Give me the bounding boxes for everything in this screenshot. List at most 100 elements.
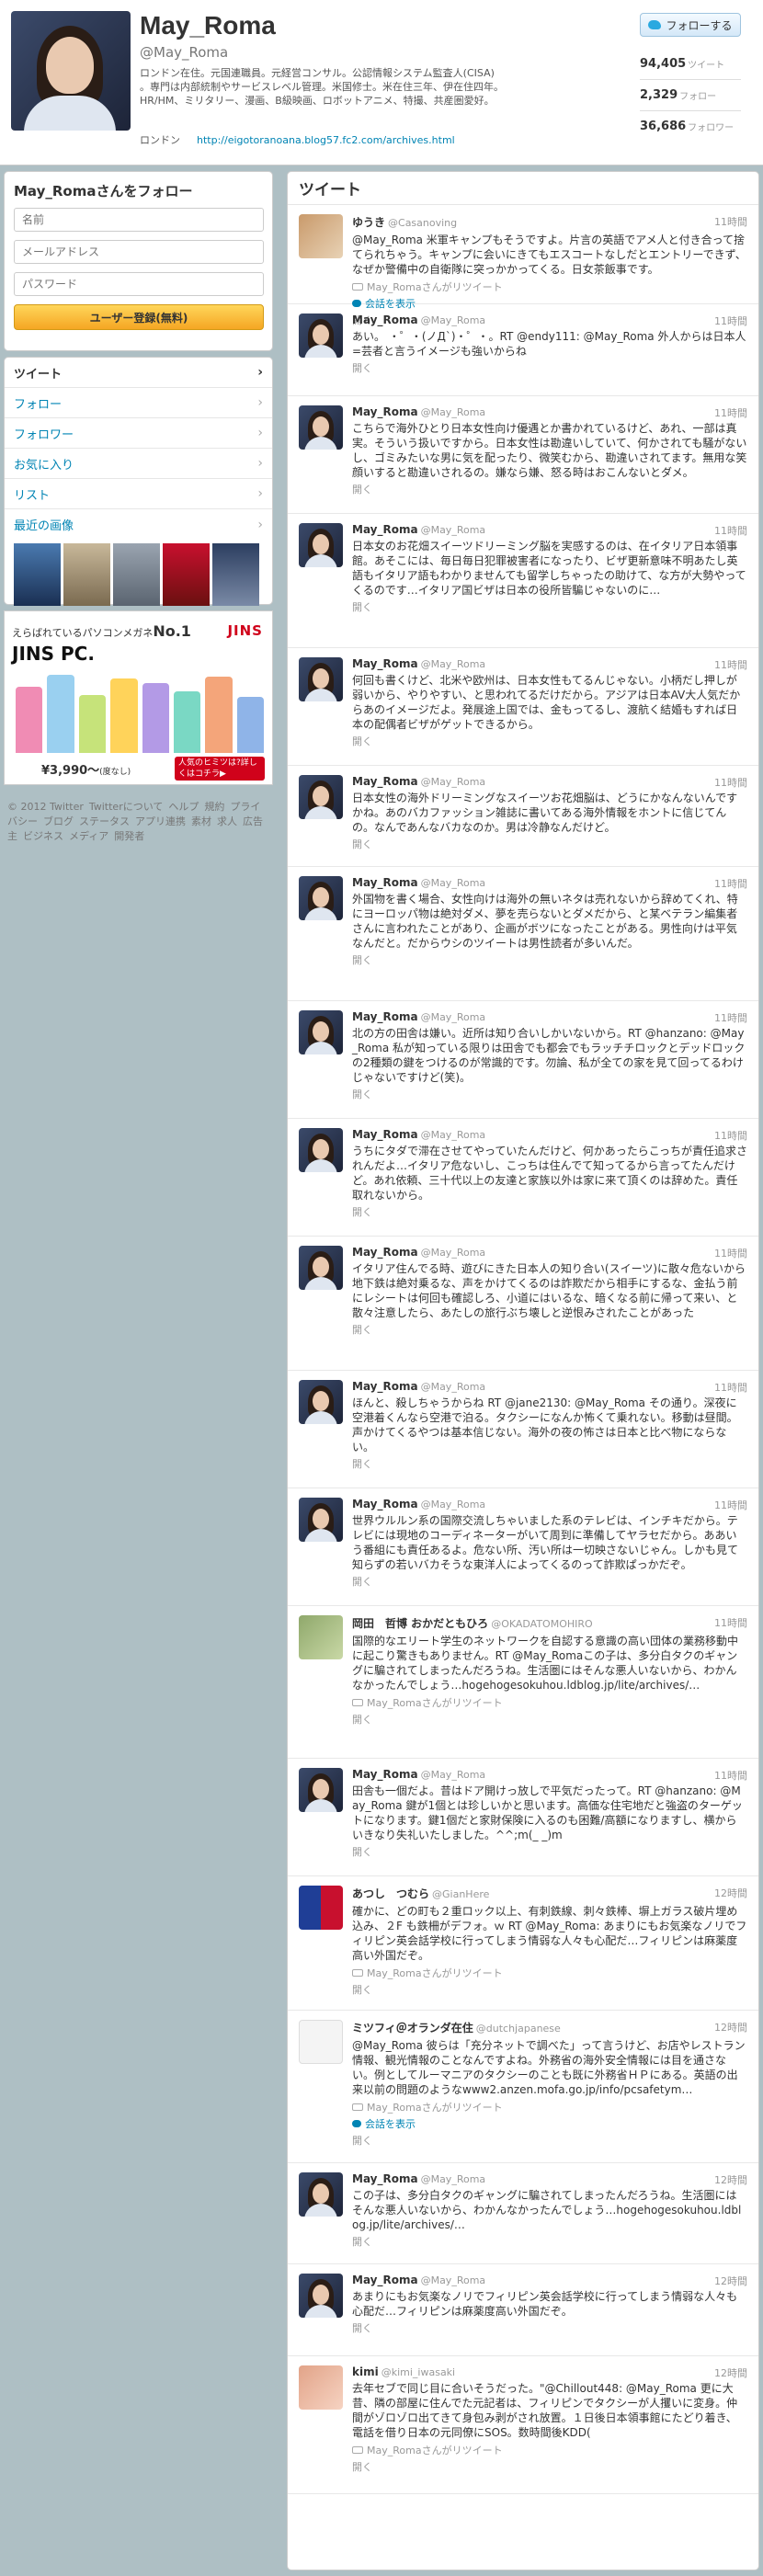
name-input[interactable] (14, 208, 264, 232)
tweet-author[interactable]: May_Roma @May_Roma (352, 1010, 747, 1023)
tweet[interactable]: May_Roma @May_Roma あい。 ・゜・(ノД`)・゜・。RT @end… (288, 304, 758, 396)
tweet-author[interactable]: May_Roma @May_Roma (352, 2274, 747, 2286)
open-tweet-link[interactable]: 開く (352, 482, 747, 496)
nav-tweets[interactable]: ツイート › (5, 358, 272, 388)
profile-avatar[interactable] (11, 11, 131, 131)
tweet-timestamp[interactable]: 11時間 (714, 1128, 747, 1143)
tweet-avatar[interactable] (299, 2274, 343, 2318)
footer-link[interactable]: 求人 (217, 815, 237, 827)
image-thumbnail[interactable] (63, 543, 110, 606)
tweet-timestamp[interactable]: 11時間 (714, 1615, 747, 1630)
tweet-author-name[interactable]: May_Roma (352, 775, 418, 788)
stat-following[interactable]: 2,329 フォロー (640, 79, 741, 110)
tweet-timestamp[interactable]: 12時間 (714, 1886, 747, 1900)
tweet-timestamp[interactable]: 11時間 (714, 405, 747, 420)
image-thumbnail[interactable] (212, 543, 259, 606)
tweet-author[interactable]: ゆうき @Casanoving (352, 214, 747, 230)
tweet-author[interactable]: May_Roma @May_Roma (352, 876, 747, 889)
tweet[interactable]: May_Roma @May_Roma 田舎も一個だよ。昔はドア開けっ放しで平気だった… (288, 1759, 758, 1876)
tweet-author-name[interactable]: ミツフィ＠オランダ在住 (352, 2022, 473, 2035)
tweet-avatar[interactable] (299, 775, 343, 819)
tweet-author[interactable]: あつし つむら @GianHere (352, 1886, 747, 1901)
tweet[interactable]: ゆうき @Casanoving @May_Roma 米軍キャンプもそうですよ。片言の… (288, 205, 758, 326)
email-input[interactable] (14, 240, 264, 264)
open-tweet-link[interactable]: 開く (352, 1456, 747, 1471)
tweet-avatar[interactable] (299, 1380, 343, 1424)
tweet-author[interactable]: May_Roma @May_Roma (352, 1498, 747, 1510)
footer-link[interactable]: 素材 (191, 815, 211, 827)
open-tweet-link[interactable]: 開く (352, 2320, 747, 2335)
tweet-avatar[interactable] (299, 2020, 343, 2064)
tweet[interactable]: 岡田 哲博 おかだともひろ @OKADATOMOHIRO 国際的なエリート学生のネッ… (288, 1606, 758, 1759)
open-tweet-link[interactable]: 開く (352, 1982, 747, 1997)
tweet-avatar[interactable] (299, 1128, 343, 1172)
tweet[interactable]: May_Roma @May_Roma あまりにもお気楽なノリでフィリピン英会話学校に… (288, 2264, 758, 2356)
tweet-avatar[interactable] (299, 214, 343, 258)
tweet-author[interactable]: 岡田 哲博 おかだともひろ @OKADATOMOHIRO (352, 1615, 747, 1631)
open-tweet-link[interactable]: 開く (352, 1322, 747, 1337)
tweet-timestamp[interactable]: 12時間 (714, 2172, 747, 2187)
footer-link[interactable]: ブログ (43, 815, 74, 827)
open-tweet-link[interactable]: 開く (352, 1844, 747, 1859)
tweet-author-name[interactable]: May_Roma (352, 313, 418, 326)
tweet-author-name[interactable]: May_Roma (352, 2274, 418, 2286)
tweet-timestamp[interactable]: 11時間 (714, 775, 747, 790)
open-tweet-link[interactable]: 開く (352, 1204, 747, 1219)
tweet-timestamp[interactable]: 11時間 (714, 657, 747, 672)
open-tweet-link[interactable]: 開く (352, 837, 747, 851)
password-input[interactable] (14, 272, 264, 296)
tweet-avatar[interactable] (299, 405, 343, 450)
tweet-author[interactable]: May_Roma @May_Roma (352, 1128, 747, 1141)
tweet-author[interactable]: May_Roma @May_Roma (352, 313, 747, 326)
tweet-author[interactable]: ミツフィ＠オランダ在住 @dutchjapanese (352, 2020, 747, 2035)
open-tweet-link[interactable]: 開く (352, 1087, 747, 1101)
tweet-author-name[interactable]: May_Roma (352, 1010, 418, 1023)
tweet[interactable]: May_Roma @May_Roma 日本女のお花畑スイーツドリーミング脳を実感する… (288, 514, 758, 648)
footer-link[interactable]: メディア (69, 830, 108, 842)
tweet[interactable]: May_Roma @May_Roma イタリア住んでる時、遊びにきた日本人の知り合い… (288, 1237, 758, 1371)
tweet-timestamp[interactable]: 11時間 (714, 1010, 747, 1025)
tweet[interactable]: ミツフィ＠オランダ在住 @dutchjapanese @May_Roma 彼らは「充… (288, 2011, 758, 2163)
tweet-timestamp[interactable]: 11時間 (714, 313, 747, 328)
image-thumbnail[interactable] (163, 543, 210, 606)
tweet[interactable]: May_Roma @May_Roma 何回も書くけど、北米や欧州は、日本女性もてるん… (288, 648, 758, 766)
nav-followers[interactable]: フォロワー › (5, 418, 272, 449)
tweet-timestamp[interactable]: 11時間 (714, 1498, 747, 1512)
tweet-timestamp[interactable]: 12時間 (714, 2365, 747, 2380)
tweet[interactable]: May_Roma @May_Roma ほんと、殺しちゃうからね RT @jane21… (288, 1371, 758, 1488)
tweet-timestamp[interactable]: 12時間 (714, 2020, 747, 2035)
tweet[interactable]: あつし つむら @GianHere 確かに、どの町も２重ロック以上、有刺鉄線、刺々鉄… (288, 1876, 758, 2011)
tweet-author-name[interactable]: 岡田 哲博 おかだともひろ (352, 1617, 488, 1630)
tweet-author-name[interactable]: May_Roma (352, 876, 418, 889)
tweet-timestamp[interactable]: 11時間 (714, 523, 747, 538)
footer-link[interactable]: ヘルプ (168, 801, 199, 813)
stat-followers[interactable]: 36,686 フォロワー (640, 110, 741, 142)
tweet-avatar[interactable] (299, 1886, 343, 1930)
open-tweet-link[interactable]: 開く (352, 2234, 747, 2249)
tweet-author-name[interactable]: May_Roma (352, 1498, 418, 1510)
tweet-author[interactable]: May_Roma @May_Roma (352, 657, 747, 670)
tweet-avatar[interactable] (299, 313, 343, 358)
tweet[interactable]: May_Roma @May_Roma 世界ウルルン系の国際交流しちゃいました系のテレ… (288, 1488, 758, 1606)
tweet-author-name[interactable]: kimi (352, 2365, 379, 2378)
footer-link[interactable]: 規約 (204, 801, 224, 813)
tweet-timestamp[interactable]: 11時間 (714, 1768, 747, 1783)
follow-button[interactable]: フォローする (640, 13, 741, 37)
tweet[interactable]: kimi @kimi_iwasaki 去年セブで同じ目に合いそうだった。"@Chil… (288, 2356, 758, 2494)
tweet-avatar[interactable] (299, 657, 343, 701)
tweet-author[interactable]: May_Roma @May_Roma (352, 2172, 747, 2185)
open-tweet-link[interactable]: 開く (352, 2133, 747, 2148)
tweet-author[interactable]: kimi @kimi_iwasaki (352, 2365, 747, 2378)
tweet-timestamp[interactable]: 11時間 (714, 1246, 747, 1260)
tweet-author[interactable]: May_Roma @May_Roma (352, 523, 747, 536)
nav-recent-images[interactable]: 最近の画像 › (5, 509, 272, 540)
footer-link[interactable]: アプリ連携 (135, 815, 186, 827)
tweet-timestamp[interactable]: 12時間 (714, 2274, 747, 2288)
signup-button[interactable]: ユーザー登録(無料) (14, 304, 264, 330)
footer-link[interactable]: 開発者 (114, 830, 144, 842)
open-tweet-link[interactable]: 開く (352, 1712, 747, 1727)
tweet[interactable]: May_Roma @May_Roma 日本女性の海外ドリーミングなスイーツお花畑脳は… (288, 766, 758, 867)
ad-banner[interactable]: えらばれているパソコンメガネNo.1 JINS JINS PC. ¥3,990～… (4, 610, 273, 785)
tweet-timestamp[interactable]: 11時間 (714, 1380, 747, 1395)
tweet-avatar[interactable] (299, 1768, 343, 1812)
